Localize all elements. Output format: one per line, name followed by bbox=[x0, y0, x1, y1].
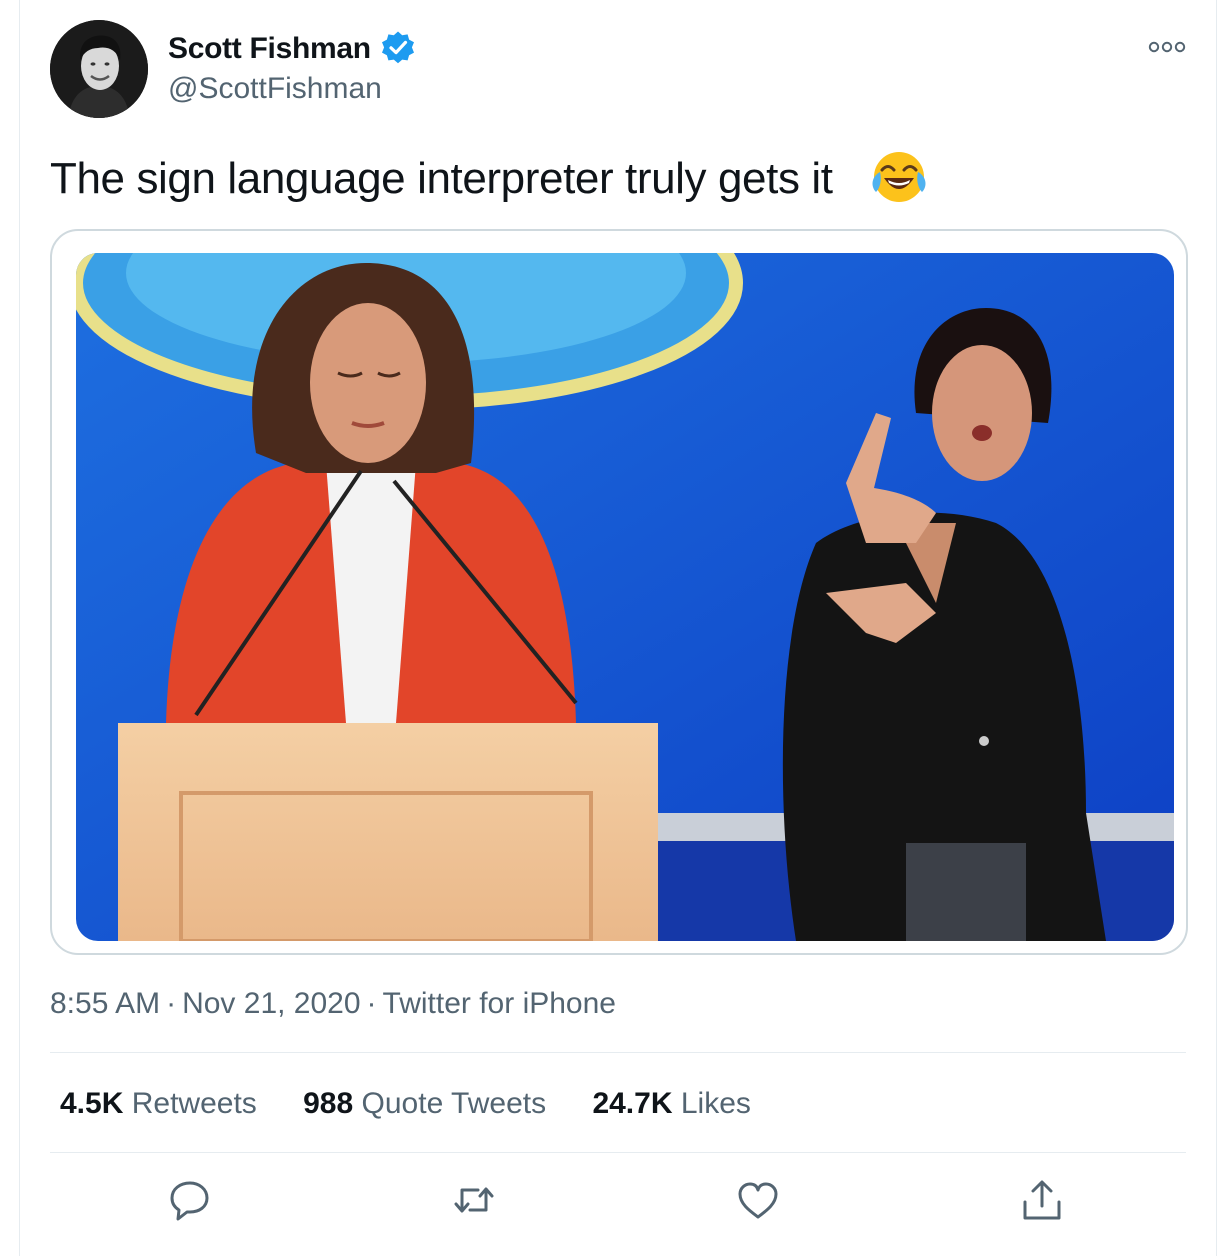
tweet-source[interactable]: Twitter for iPhone bbox=[383, 987, 616, 1020]
retweets-label: Retweets bbox=[131, 1087, 257, 1120]
like-icon[interactable] bbox=[736, 1178, 780, 1222]
engagement-stats: 4.5K Retweets 988 Quote Tweets 24.7K Lik… bbox=[60, 1085, 789, 1123]
tweet-text: The sign language interpreter truly gets… bbox=[50, 154, 833, 203]
reply-icon[interactable] bbox=[168, 1178, 212, 1222]
media-card[interactable] bbox=[50, 229, 1188, 955]
tweet-photo[interactable] bbox=[76, 253, 1174, 941]
quote-tweets-stat[interactable]: 988 Quote Tweets bbox=[303, 1085, 546, 1123]
likes-count: 24.7K bbox=[592, 1087, 673, 1120]
tweet-date[interactable]: Nov 21, 2020 bbox=[182, 987, 360, 1020]
retweets-count: 4.5K bbox=[60, 1087, 124, 1120]
divider bbox=[50, 1152, 1186, 1153]
face-with-tears-of-joy-icon bbox=[870, 148, 928, 206]
more-options-icon[interactable] bbox=[1148, 34, 1186, 60]
page-border-right bbox=[1216, 0, 1217, 1256]
avatar[interactable] bbox=[50, 20, 148, 118]
tweet-time[interactable]: 8:55 AM bbox=[50, 987, 160, 1020]
meta-separator: · bbox=[366, 987, 377, 1020]
divider bbox=[50, 1052, 1186, 1053]
likes-label: Likes bbox=[680, 1087, 751, 1120]
quote-tweets-count: 988 bbox=[303, 1087, 354, 1120]
retweet-icon[interactable] bbox=[452, 1178, 496, 1222]
share-icon[interactable] bbox=[1020, 1178, 1064, 1222]
quote-tweets-label: Quote Tweets bbox=[361, 1087, 547, 1120]
verified-badge-icon bbox=[380, 30, 416, 66]
meta-separator: · bbox=[166, 987, 177, 1020]
author-display-name[interactable]: Scott Fishman bbox=[168, 30, 371, 68]
retweets-stat[interactable]: 4.5K Retweets bbox=[60, 1085, 257, 1123]
likes-stat[interactable]: 24.7K Likes bbox=[592, 1085, 750, 1123]
page-border-left bbox=[19, 0, 20, 1256]
tweet-timestamp: 8:55 AM · Nov 21, 2020 · Twitter for iPhone bbox=[50, 985, 616, 1023]
author-handle[interactable]: @ScottFishman bbox=[168, 70, 382, 108]
